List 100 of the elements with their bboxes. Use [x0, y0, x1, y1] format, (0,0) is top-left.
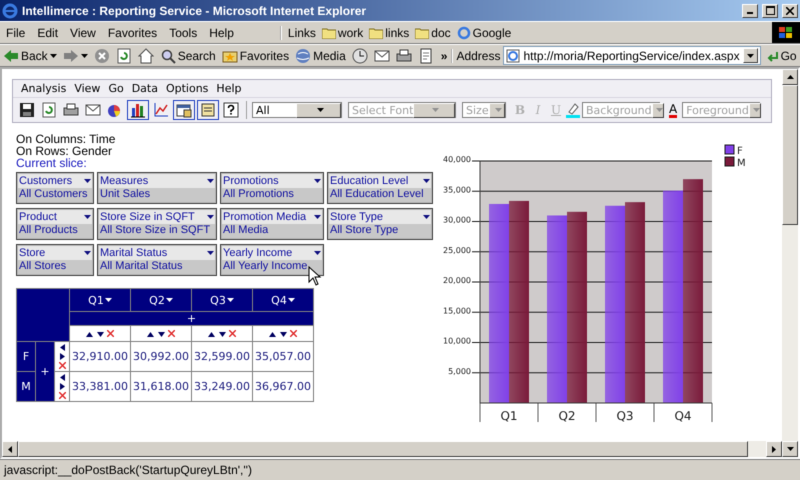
slicer-dimension[interactable]: Yearly Income [222, 246, 322, 260]
dropdown-caret-icon[interactable] [288, 298, 295, 302]
back-arrow-icon [3, 48, 19, 64]
menu-item[interactable]: Edit [31, 26, 64, 40]
move-left-icon[interactable] [60, 344, 64, 351]
remove-icon[interactable] [58, 392, 66, 399]
move-right-icon[interactable] [60, 383, 64, 390]
row-header[interactable]: M [16, 372, 36, 402]
sort-up-icon[interactable] [86, 332, 93, 337]
dropdown-caret-icon[interactable] [746, 54, 754, 58]
refresh-icon[interactable] [116, 48, 132, 64]
sort-down-icon[interactable] [218, 332, 226, 337]
tool-button[interactable] [127, 100, 149, 120]
home-icon[interactable] [138, 48, 154, 64]
slicer-dimension[interactable]: Measures [99, 174, 215, 188]
go-button[interactable]: Go [760, 48, 800, 62]
dropdown-caret-icon[interactable] [84, 179, 91, 183]
dropdown-caret-icon[interactable] [84, 251, 91, 255]
toolbar-button[interactable]: Media [292, 48, 349, 64]
slicer-dimension[interactable]: Marital Status [99, 246, 215, 260]
slicer-dimension[interactable]: Store Type [329, 210, 431, 224]
printer-icon[interactable] [396, 48, 412, 64]
remove-icon[interactable] [107, 330, 114, 337]
vertical-scrollbar[interactable] [782, 69, 798, 457]
tool-button[interactable] [17, 100, 37, 120]
sort-down-icon[interactable] [158, 332, 164, 337]
dropdown-caret-icon[interactable] [84, 215, 91, 219]
forward-arrow-icon[interactable] [62, 48, 79, 64]
dropdown-caret-icon[interactable] [314, 251, 321, 255]
menu-item[interactable]: Tools [163, 26, 204, 40]
dropdown-caret-icon[interactable] [207, 215, 214, 219]
toolbar-button[interactable]: Back [0, 48, 60, 64]
link[interactable]: Google [456, 26, 512, 40]
link[interactable]: links [369, 26, 410, 40]
address-field[interactable]: http://moria/ReportingService/index.aspx [503, 46, 761, 65]
scroll-down-icon[interactable] [786, 447, 794, 451]
sort-up-icon[interactable] [147, 332, 154, 337]
slicer-dimension[interactable]: Store [18, 246, 92, 260]
tick-label: 40,000 [443, 155, 471, 164]
close-button[interactable] [782, 4, 798, 18]
scroll-right-icon[interactable] [772, 446, 776, 452]
sort-down-icon[interactable] [96, 332, 104, 337]
remove-icon[interactable] [290, 330, 297, 337]
menu-item[interactable]: View [64, 26, 102, 40]
remove-icon[interactable] [168, 330, 175, 337]
move-left-icon[interactable] [60, 374, 64, 381]
slicer-dimension[interactable]: Education Level [329, 174, 431, 188]
horizontal-scrollbar[interactable] [2, 441, 782, 457]
dropdown-caret-icon[interactable] [314, 179, 321, 183]
dropdown-caret-icon[interactable] [207, 251, 214, 255]
scroll-left-icon[interactable] [8, 446, 12, 452]
dropdown[interactable]: All [252, 102, 342, 118]
menu-item[interactable]: Options [162, 82, 212, 95]
slicer-dimension[interactable]: Promotions [222, 174, 322, 188]
dropdown-caret-icon[interactable] [423, 215, 430, 219]
slicer-member: All Promotions [222, 188, 322, 202]
tool-button[interactable] [221, 100, 241, 120]
menu-item[interactable]: Help [203, 26, 240, 40]
table-cell: 30,992.00 [130, 342, 192, 372]
slicer-dimension[interactable]: Promotion Media [222, 210, 322, 224]
slicer-dimension[interactable]: Product [18, 210, 92, 224]
tool-button[interactable] [173, 100, 195, 120]
minimize-button[interactable] [742, 4, 758, 18]
slicer-dimension[interactable]: Store Size in SQFT [99, 210, 215, 224]
remove-icon[interactable] [58, 362, 66, 369]
overflow-chevron[interactable]: » [436, 48, 452, 62]
dropdown-caret-icon[interactable] [104, 298, 112, 302]
menu-item[interactable]: Data [128, 82, 162, 95]
clock-icon[interactable] [352, 48, 368, 64]
link[interactable]: doc [415, 26, 451, 40]
menu-item[interactable]: Analysis [17, 82, 70, 95]
menu-item[interactable]: Go [104, 82, 128, 95]
menu-item[interactable]: File [0, 26, 32, 40]
dropdown-caret-icon[interactable] [316, 108, 324, 112]
sort-down-icon[interactable] [280, 332, 286, 337]
menu-item[interactable]: Favorites [102, 26, 164, 40]
scroll-up-icon[interactable] [786, 75, 794, 79]
toolbar-button[interactable]: Search [156, 48, 219, 64]
tool-button[interactable] [197, 100, 219, 120]
move-right-icon[interactable] [60, 353, 64, 360]
expand-button[interactable]: + [36, 342, 54, 402]
dropdown-caret-icon[interactable] [166, 298, 173, 302]
toolbar-button[interactable]: Favorites [218, 48, 292, 64]
envelope-icon[interactable] [374, 48, 390, 64]
dropdown-caret-icon[interactable] [226, 298, 234, 302]
maximize-button[interactable] [762, 4, 778, 18]
dropdown-caret-icon[interactable] [314, 215, 321, 219]
menu-item[interactable]: Help [212, 82, 246, 95]
slicer-dimension[interactable]: Customers [18, 174, 92, 188]
sort-up-icon[interactable] [269, 332, 276, 337]
remove-icon[interactable] [229, 330, 236, 337]
expand-button[interactable]: + [70, 312, 314, 326]
menu-item[interactable]: View [70, 82, 104, 95]
document-icon[interactable] [418, 48, 434, 64]
row-header[interactable]: F [16, 342, 36, 372]
dropdown-caret-icon[interactable] [207, 179, 214, 183]
link[interactable]: work [322, 26, 364, 40]
sort-up-icon[interactable] [208, 332, 215, 337]
stop-icon[interactable] [94, 48, 110, 64]
dropdown-caret-icon[interactable] [423, 179, 430, 183]
